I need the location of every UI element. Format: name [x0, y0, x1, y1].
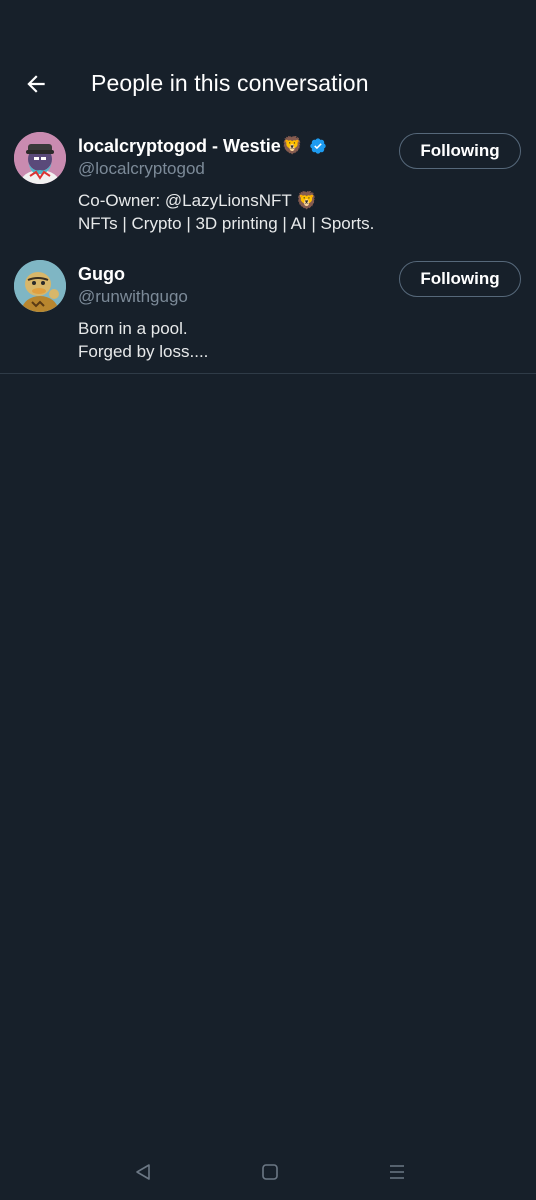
- user-handle: @localcryptogod: [78, 159, 205, 178]
- display-name: localcryptogod - Westie: [78, 135, 281, 156]
- nav-back-icon: [136, 1164, 150, 1180]
- nav-home-icon: [262, 1164, 278, 1180]
- bio-line: NFTs | Crypto | 3D printing | AI | Sport…: [78, 214, 375, 233]
- display-name-row: localcryptogod - Westie 🦁: [78, 134, 398, 158]
- nav-back-button[interactable]: [126, 1156, 160, 1188]
- user-info: localcryptogod - Westie 🦁 @localcryptogod…: [78, 134, 398, 235]
- bio-line: Born in a pool.: [78, 319, 188, 338]
- bio-line: Co-Owner: @LazyLionsNFT 🦁: [78, 191, 318, 210]
- avatar[interactable]: [14, 132, 66, 184]
- nav-home-button[interactable]: [253, 1156, 287, 1188]
- system-navigation-bar: [0, 1144, 536, 1200]
- following-button[interactable]: Following: [399, 261, 521, 297]
- screen: People in this conversation localcryptog…: [0, 0, 536, 1200]
- arrow-left-icon: [27, 75, 45, 93]
- display-name: Gugo: [78, 263, 125, 284]
- user-bio: Born in a pool. Forged by loss....: [78, 317, 398, 363]
- back-button[interactable]: [18, 66, 54, 102]
- verified-badge-icon: [310, 138, 326, 154]
- lion-emoji-icon: 🦁: [281, 136, 303, 155]
- avatar[interactable]: [14, 260, 66, 312]
- page-title: People in this conversation: [91, 70, 369, 96]
- avatar-image: [14, 260, 66, 312]
- list-item[interactable]: localcryptogod - Westie 🦁 @localcryptogod…: [0, 122, 536, 250]
- list-item[interactable]: Gugo @runwithgugo Born in a pool. Forged…: [0, 250, 536, 374]
- user-info: Gugo @runwithgugo Born in a pool. Forged…: [78, 262, 398, 363]
- nav-recents-button[interactable]: [380, 1156, 414, 1188]
- nav-recents-icon: [390, 1165, 404, 1179]
- display-name-row: Gugo: [78, 262, 398, 286]
- bio-line: Forged by loss....: [78, 342, 209, 361]
- user-handle: @runwithgugo: [78, 287, 188, 306]
- user-bio: Co-Owner: @LazyLionsNFT 🦁 NFTs | Crypto …: [78, 189, 398, 235]
- people-list: localcryptogod - Westie 🦁 @localcryptogod…: [0, 122, 536, 374]
- avatar-image: [14, 132, 66, 184]
- following-button[interactable]: Following: [399, 133, 521, 169]
- header: People in this conversation: [0, 52, 536, 116]
